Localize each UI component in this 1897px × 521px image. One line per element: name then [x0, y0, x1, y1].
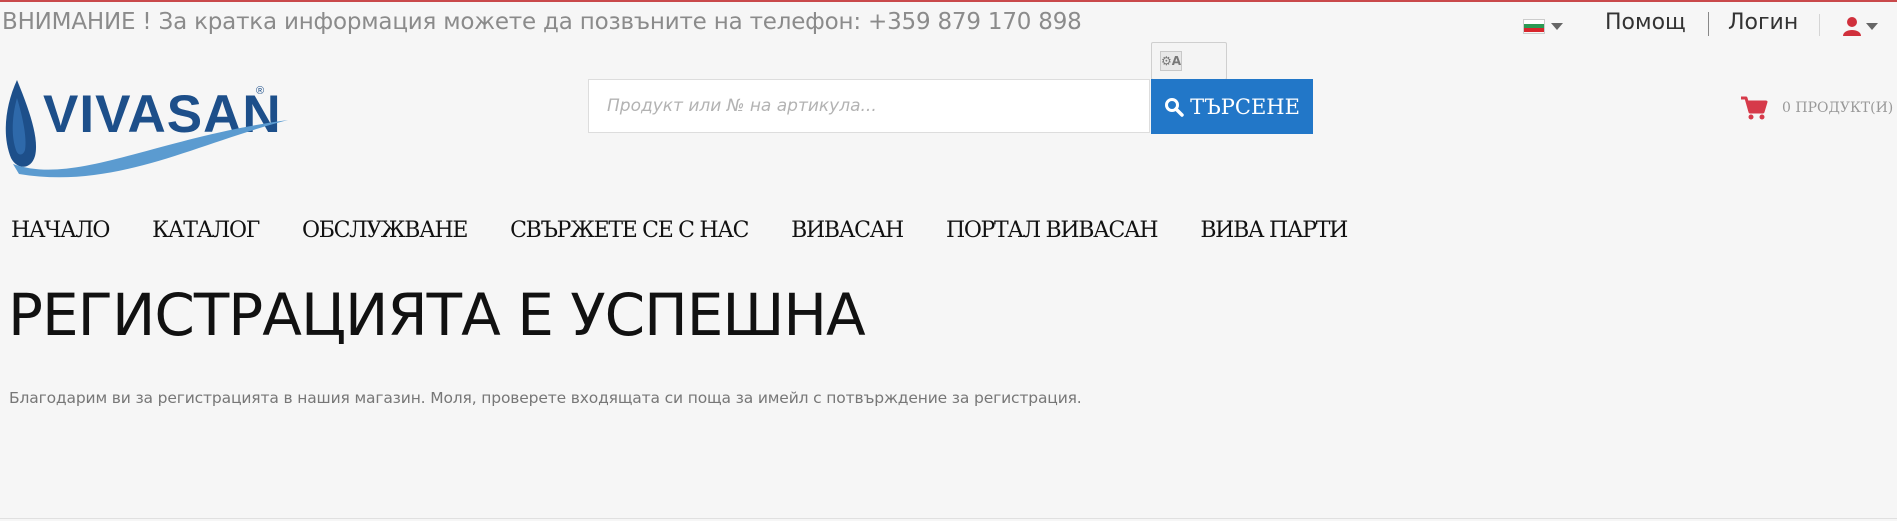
- search-button[interactable]: ТЪРСЕНЕ: [1151, 79, 1313, 134]
- search-button-label: ТЪРСЕНЕ: [1190, 94, 1300, 119]
- logo-registered-mark: ®: [256, 85, 264, 97]
- user-menu[interactable]: [1842, 16, 1878, 36]
- divider: [1819, 14, 1820, 36]
- user-icon: [1843, 17, 1861, 36]
- page-title: РЕГИСТРАЦИЯТА Е УСПЕШНА: [8, 281, 866, 349]
- login-link[interactable]: Логин: [1728, 10, 1798, 35]
- footer-divider: [0, 518, 1897, 519]
- top-accent-line: [0, 0, 1897, 2]
- vivasan-logo[interactable]: VIVASAN ®: [5, 78, 290, 182]
- nav-item-home[interactable]: НАЧАЛО: [11, 218, 110, 243]
- nav-item-service[interactable]: ОБСЛУЖВАНЕ: [302, 218, 468, 243]
- cart-count: 0 ПРОДУКТ(И): [1782, 100, 1894, 116]
- nav-item-contact[interactable]: СВЪРЖЕТЕ СЕ С НАС: [510, 218, 749, 243]
- notice-text: ВНИМАНИЕ ! За кратка информация можете д…: [2, 9, 1082, 35]
- shopping-cart-icon: [1741, 96, 1768, 120]
- nav-item-vivasan[interactable]: ВИВАСАН: [791, 218, 904, 243]
- bulgarian-flag-icon: [1523, 18, 1545, 34]
- search-input[interactable]: [588, 79, 1150, 133]
- registration-message: Благодарим ви за регистрацията в нашия м…: [9, 389, 1082, 407]
- nav-item-viva-party[interactable]: ВИВА ПАРТИ: [1200, 218, 1348, 243]
- chevron-down-icon: [1551, 22, 1563, 30]
- search-icon: [1165, 97, 1184, 117]
- translate-icon: ⚙A: [1160, 51, 1182, 71]
- chevron-down-icon: [1866, 22, 1878, 30]
- divider: [1708, 12, 1709, 36]
- help-link[interactable]: Помощ: [1605, 10, 1686, 35]
- logo-wordmark: VIVASAN: [43, 85, 282, 144]
- cart-link[interactable]: 0 ПРОДУКТ(И): [1740, 96, 1893, 120]
- translate-widget[interactable]: ⚙A: [1151, 42, 1227, 80]
- nav-item-catalog[interactable]: КАТАЛОГ: [152, 218, 260, 243]
- main-navigation: НАЧАЛО КАТАЛОГ ОБСЛУЖВАНЕ СВЪРЖЕТЕ СЕ С …: [11, 218, 1348, 243]
- language-selector[interactable]: [1523, 18, 1563, 34]
- nav-item-portal[interactable]: ПОРТАЛ ВИВАСАН: [946, 218, 1159, 243]
